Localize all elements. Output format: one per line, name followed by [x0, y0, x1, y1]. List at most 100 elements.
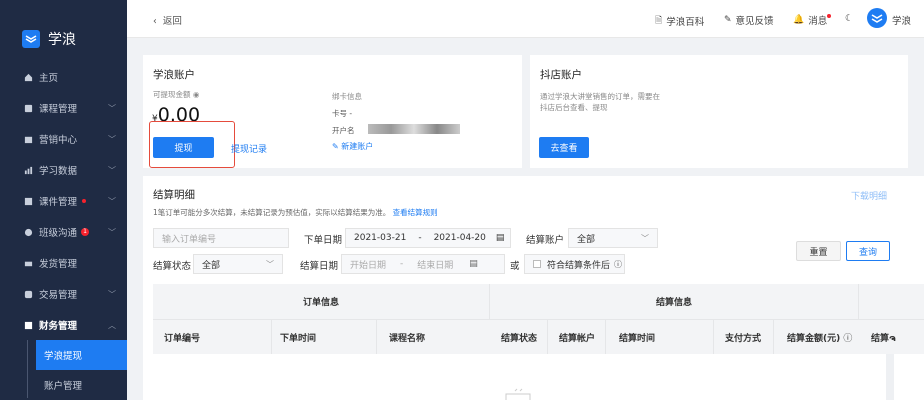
sidebar: 学浪 主页 课程管理 ﹀ 营销中心 ﹀ 学习数据 ﹀ 课件管理 ﹀ 班级沟通 1… [0, 0, 127, 400]
avatar[interactable] [867, 8, 887, 28]
column-course-name: 课程名称 [389, 333, 426, 344]
brand-avatar-icon [871, 14, 883, 23]
brand-logo[interactable]: 学浪 [22, 29, 76, 49]
settlement-date-label: 结算日期 [300, 261, 339, 272]
date-separator: - [400, 259, 404, 269]
topbar: ‹ 返回 🗎 学浪百科 ✎ 意见反馈 🔔 消息 ☾ 学浪 [127, 0, 924, 38]
sidebar-item-class-chat[interactable]: 班级沟通 1 ﹀ [0, 222, 127, 242]
order-date-label: 下单日期 [304, 235, 343, 246]
settlement-status-label: 结算状态 [153, 261, 192, 272]
finance-icon [24, 321, 33, 329]
account-card: 学浪账户 可提现金额 ◉ ¥ 0.00 提现 提现记录 绑卡信息 卡号 - 开户… [143, 55, 522, 168]
chevron-down-icon: ﹀ [641, 233, 649, 243]
start-date-placeholder: 开始日期 [350, 260, 387, 271]
eye-icon[interactable]: ◉ [193, 90, 200, 99]
chevron-down-icon: ﹀ [108, 134, 116, 144]
settlement-account-value: 全部 [577, 234, 596, 245]
chat-icon [24, 228, 33, 236]
notification-dot [827, 14, 832, 18]
order-number-input[interactable]: 输入订单编号 [153, 228, 289, 248]
column-settlement-amount: 结算金额(元) ⓘ [787, 333, 853, 344]
sidebar-item-label: 课件管理 [39, 197, 78, 208]
chevron-down-icon: ﹀ [108, 103, 116, 113]
username[interactable]: 学浪 [892, 13, 911, 27]
settlement-title: 结算明细 [153, 189, 195, 201]
download-details-link[interactable]: 下载明细 [851, 189, 887, 202]
chevron-down-icon: ﹀ [108, 165, 116, 175]
order-info-group: 订单信息 [303, 298, 340, 308]
chart-icon [24, 166, 33, 174]
sidebar-subitem-account[interactable]: 账户管理 [36, 370, 127, 400]
account-holder-label: 开户名 [332, 126, 355, 135]
query-button[interactable]: 查询 [846, 241, 890, 261]
view-store-button[interactable]: 去查看 [539, 137, 589, 158]
sidebar-item-label: 交易管理 [39, 290, 78, 301]
scrollbar[interactable] [886, 354, 894, 400]
settlement-status-select[interactable]: 全部 ﹀ [193, 254, 283, 274]
info-icon: ⓘ [843, 333, 853, 344]
messages-link[interactable]: 🔔 消息 [793, 13, 832, 27]
chevron-down-icon: ﹀ [108, 289, 116, 299]
settlement-status-value: 全部 [202, 260, 221, 271]
sidebar-item-learning-data[interactable]: 学习数据 ﹀ [0, 160, 127, 180]
chevron-down-icon: ﹀ [108, 196, 116, 206]
sidebar-subitem-withdraw[interactable]: 学浪提现 [36, 340, 127, 370]
submenu-line [27, 340, 28, 398]
sidebar-item-trade[interactable]: 交易管理 ﹀ [0, 284, 127, 304]
balance-label: 可提现金额 ◉ [153, 90, 200, 99]
home-icon [24, 73, 33, 81]
column-divider [271, 319, 272, 354]
column-settlement-account: 结算帐户 [559, 333, 596, 344]
settlement-rule-link[interactable]: 查看结算规则 [393, 208, 438, 217]
settlement-account-select[interactable]: 全部 ﹀ [568, 228, 658, 248]
wiki-link[interactable]: 🗎 学浪百科 [655, 13, 704, 29]
theme-toggle[interactable]: ☾ [845, 13, 854, 24]
column-order-time: 下单时间 [280, 333, 317, 344]
store-desc-line1: 通过学浪大讲堂销售的订单，需要在 [540, 92, 660, 101]
checkbox[interactable] [533, 260, 541, 268]
end-date-placeholder: 结束日期 [417, 260, 454, 271]
sidebar-item-finance[interactable]: 财务管理 ︿ [0, 315, 127, 335]
sidebar-item-courses[interactable]: 课程管理 ﹀ [0, 98, 127, 118]
sidebar-item-label: 发货管理 [39, 259, 78, 270]
column-payment-method: 支付方式 [725, 333, 762, 344]
column-divider [713, 319, 714, 354]
bell-icon: 🔔 [793, 15, 805, 25]
calendar-icon: ▤ [469, 259, 478, 269]
chevron-left-icon: ‹ [153, 16, 157, 27]
settlement-info-group: 结算信息 [656, 298, 693, 308]
sidebar-item-courseware[interactable]: 课件管理 ﹀ [0, 191, 127, 211]
sidebar-item-shipping[interactable]: 发货管理 [0, 253, 127, 273]
sidebar-item-label: 学习数据 [39, 166, 78, 177]
feedback-link[interactable]: ✎ 意见反馈 [724, 13, 774, 27]
back-button[interactable]: ‹ 返回 [153, 13, 182, 27]
column-settlement-status: 结算状态 [501, 333, 538, 344]
column-divider [605, 319, 606, 354]
courseware-icon [24, 197, 33, 205]
column-order-number: 订单编号 [164, 333, 201, 344]
sidebar-item-home[interactable]: 主页 [0, 67, 127, 87]
sidebar-item-label: 营销中心 [39, 135, 78, 146]
shipping-icon [24, 261, 33, 266]
settlement-condition-checkbox[interactable]: 符合结算条件后 ⓘ [524, 254, 625, 274]
info-icon: ⓘ [614, 259, 623, 269]
chevron-down-icon: ﹀ [266, 259, 274, 269]
withdraw-history-link[interactable]: 提现记录 [231, 142, 267, 155]
new-account-link[interactable]: ✎ 新建账户 [332, 141, 373, 152]
column-divider [376, 319, 377, 354]
settlement-date-range[interactable]: 开始日期 - 结束日期 ▤ [341, 254, 505, 274]
sidebar-item-marketing[interactable]: 营销中心 ﹀ [0, 129, 127, 149]
account-title: 学浪账户 [153, 69, 195, 81]
notification-badge: 1 [81, 228, 89, 236]
brand-name: 学浪 [48, 32, 76, 48]
marketing-icon [24, 136, 33, 143]
checkbox-label: 符合结算条件后 [547, 260, 611, 271]
redacted-name [368, 124, 460, 134]
chevron-up-icon: ︿ [108, 320, 116, 330]
reset-button[interactable]: 重置 [796, 241, 841, 261]
card-number: 卡号 - [332, 109, 353, 118]
edit-icon: ✎ [332, 142, 339, 151]
order-date-range[interactable]: 2021-03-21 - 2021-04-20 ▤ [345, 228, 511, 248]
settlement-card: 结算明细 下载明细 1笔订单可能分多次结算，未结算记录为预估值，实际以结算结果为… [143, 176, 924, 400]
store-card: 抖店账户 通过学浪大讲堂销售的订单，需要在 抖店后台查看、提现 去查看 [530, 55, 908, 168]
